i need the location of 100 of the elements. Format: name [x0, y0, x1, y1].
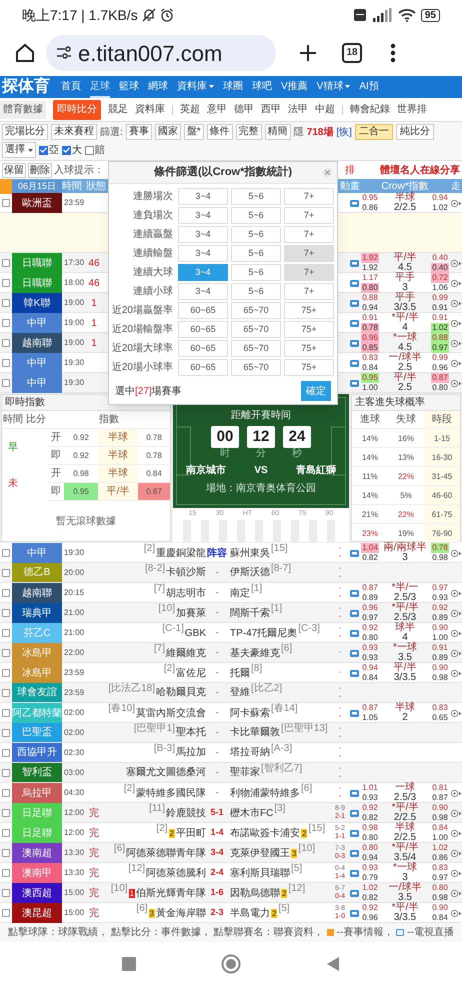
tv-icon[interactable]: [350, 360, 358, 366]
filter-option[interactable]: 65~70: [231, 302, 281, 319]
score[interactable]: -: [216, 706, 218, 720]
subnav-link[interactable]: 意甲: [207, 102, 227, 117]
subnav-link[interactable]: 英超: [180, 102, 200, 117]
score[interactable]: -: [216, 666, 218, 680]
filter-option[interactable]: 5~6: [231, 264, 281, 281]
ball-icon[interactable]: [450, 260, 462, 266]
nav-link[interactable]: 籃球: [119, 76, 139, 98]
tv-icon[interactable]: [350, 300, 358, 306]
nav-link[interactable]: 球圈: [223, 76, 243, 98]
tv-icon[interactable]: [350, 260, 358, 266]
score[interactable]: 阵容: [207, 546, 227, 560]
tv-icon[interactable]: [350, 590, 358, 596]
team-name[interactable]: 卡頓沙斯: [166, 565, 206, 580]
checkbox[interactable]: [85, 146, 94, 154]
subnav-link[interactable]: 轉會紀錄: [350, 102, 390, 117]
league-label[interactable]: 日職聯: [12, 273, 62, 293]
filter-option[interactable]: 7+: [284, 226, 334, 243]
filter-option[interactable]: 60~65: [178, 340, 228, 357]
filter-option[interactable]: 5~6: [231, 188, 281, 205]
filter-option[interactable]: 5~6: [231, 245, 281, 262]
row-checkbox[interactable]: [2, 748, 10, 756]
ball-icon[interactable]: [450, 280, 462, 286]
tv-icon[interactable]: [350, 280, 358, 286]
team-name[interactable]: 克萊伊登國王: [230, 846, 290, 860]
team-name[interactable]: 青島紅獅: [296, 463, 336, 478]
team-name[interactable]: 胡志明市: [166, 586, 206, 600]
team-name[interactable]: 南定: [230, 586, 250, 600]
team-name[interactable]: 維爾維克: [166, 646, 206, 660]
row-checkbox[interactable]: [2, 809, 10, 817]
row-checkbox[interactable]: [2, 379, 10, 387]
tv-icon[interactable]: [350, 670, 358, 676]
score[interactable]: 1-6: [210, 886, 224, 900]
row-checkbox[interactable]: [2, 829, 10, 837]
filter-option[interactable]: 75+: [284, 321, 334, 338]
tv-icon[interactable]: [350, 810, 358, 816]
tune-icon[interactable]: [56, 46, 72, 60]
league-label[interactable]: 中甲: [12, 313, 62, 333]
close-icon[interactable]: [323, 168, 332, 177]
row-checkbox[interactable]: [2, 589, 10, 597]
site-logo[interactable]: 探体育: [0, 76, 52, 98]
subnav-link[interactable]: 德甲: [234, 102, 254, 117]
filter-option[interactable]: 65~70: [231, 321, 281, 338]
filter-option[interactable]: 60~65: [178, 321, 228, 338]
team-name[interactable]: 哈勒爾貝克: [156, 685, 206, 700]
row-checkbox[interactable]: [2, 688, 10, 696]
select-dropdown[interactable]: 選擇: [2, 142, 36, 158]
team-name[interactable]: 聖本托: [176, 725, 206, 740]
row-checkbox[interactable]: [2, 909, 10, 917]
plus-icon[interactable]: [298, 43, 318, 63]
league-label[interactable]: 智利盃: [12, 763, 62, 782]
row-checkbox[interactable]: [2, 319, 10, 327]
score[interactable]: -: [216, 586, 218, 600]
toolbar-button[interactable]: 賽事: [126, 124, 152, 140]
filter-option[interactable]: 60~65: [178, 302, 228, 319]
team-name[interactable]: 登維: [230, 685, 250, 700]
subnav-link[interactable]: 競足: [108, 102, 128, 117]
ball-icon[interactable]: [450, 300, 462, 306]
filter-option[interactable]: 5~6: [231, 207, 281, 224]
tv-icon[interactable]: [350, 340, 358, 346]
team-name[interactable]: 利物浦蒙特維多: [230, 786, 300, 800]
team-name[interactable]: 鈴鹿競技: [166, 806, 206, 820]
score[interactable]: -: [216, 726, 218, 740]
team-name[interactable]: 布諾歐簽卡浦安: [230, 826, 300, 840]
league-label[interactable]: 烏拉甲: [12, 783, 62, 803]
tv-icon[interactable]: [350, 320, 358, 326]
row-checkbox[interactable]: [2, 649, 10, 657]
row-checkbox[interactable]: [2, 728, 10, 736]
score[interactable]: 1-4: [210, 826, 224, 840]
team-name[interactable]: 黃金海岸聯: [156, 906, 206, 920]
team-name[interactable]: 聖菲家: [230, 765, 260, 780]
ball-icon[interactable]: [450, 650, 462, 656]
tv-icon[interactable]: [350, 710, 358, 716]
league-label[interactable]: 中甲: [12, 373, 62, 393]
ball-icon[interactable]: [450, 200, 462, 206]
menu-icon[interactable]: [390, 43, 396, 63]
team-name[interactable]: 伯斯光輝青年隊: [136, 886, 206, 900]
toggle-button[interactable]: 二合一: [354, 124, 393, 140]
filter-option[interactable]: 5~6: [231, 283, 281, 300]
score[interactable]: -: [216, 746, 218, 760]
toolbar-button[interactable]: 完場比分: [2, 124, 48, 140]
league-label[interactable]: 越南聯: [12, 583, 62, 603]
league-label[interactable]: 澳南超: [12, 843, 62, 863]
ball-icon[interactable]: [450, 320, 462, 326]
row-checkbox[interactable]: [2, 609, 10, 617]
league-label[interactable]: 韓K聯: [12, 293, 62, 313]
filter-option[interactable]: 60~65: [178, 359, 228, 376]
row-checkbox[interactable]: [2, 199, 10, 207]
nav-link[interactable]: 資料庫: [177, 76, 214, 98]
row-checkbox[interactable]: [2, 669, 10, 677]
team-name[interactable]: GBK: [184, 626, 206, 640]
home-icon[interactable]: [14, 42, 36, 64]
recents-icon[interactable]: [122, 957, 136, 971]
row-checkbox[interactable]: [2, 709, 10, 717]
team-name[interactable]: 塔拉哥納: [230, 745, 270, 760]
ball-icon[interactable]: [450, 850, 462, 856]
team-name[interactable]: 馬拉加: [176, 745, 206, 760]
filter-option[interactable]: 3~4: [178, 245, 228, 262]
league-label[interactable]: 中甲: [12, 353, 62, 373]
